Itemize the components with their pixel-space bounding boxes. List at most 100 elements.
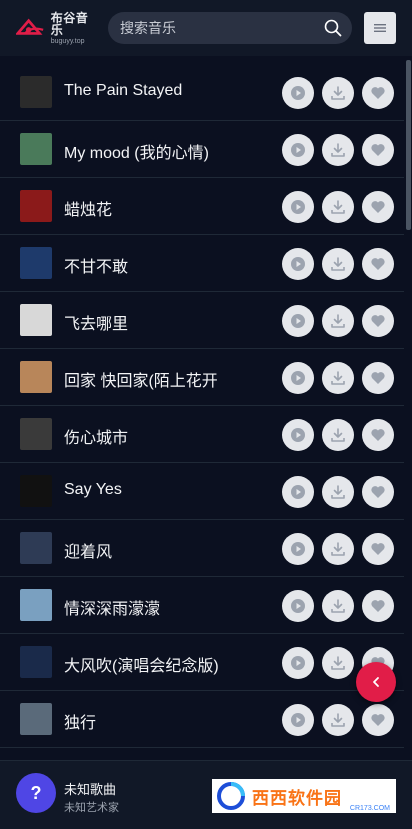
song-cover[interactable]	[20, 247, 52, 279]
download-button[interactable]	[322, 134, 354, 166]
song-title[interactable]: 伤心城市	[64, 424, 128, 448]
search-icon[interactable]	[324, 19, 342, 37]
heart-icon	[371, 87, 385, 99]
song-row[interactable]: Say Yes	[0, 463, 404, 520]
song-title[interactable]: The Pain Stayed	[64, 82, 182, 100]
play-button[interactable]	[282, 476, 314, 508]
play-button[interactable]	[282, 590, 314, 622]
favorite-button[interactable]	[362, 191, 394, 223]
logo-name: 布谷音乐	[50, 10, 89, 37]
download-icon	[331, 542, 345, 556]
favorite-button[interactable]	[362, 134, 394, 166]
play-button[interactable]	[282, 419, 314, 451]
song-row[interactable]: 飞去哪里	[0, 292, 404, 349]
download-button[interactable]	[322, 704, 354, 736]
song-title[interactable]: 独行	[64, 709, 96, 733]
download-button[interactable]	[322, 533, 354, 565]
download-button[interactable]	[322, 77, 354, 109]
favorite-button[interactable]	[362, 704, 394, 736]
song-row[interactable]: 大风吹(演唱会纪念版)	[0, 634, 404, 691]
song-cover[interactable]	[20, 418, 52, 450]
favorite-button[interactable]	[362, 248, 394, 280]
song-row[interactable]: 情深深雨濛濛	[0, 577, 404, 634]
favorite-button[interactable]	[362, 533, 394, 565]
play-button[interactable]	[282, 134, 314, 166]
song-row[interactable]: The Pain Stayed	[0, 64, 404, 121]
chevron-left-icon	[373, 677, 379, 687]
play-button[interactable]	[282, 191, 314, 223]
song-cover[interactable]	[20, 361, 52, 393]
download-button[interactable]	[322, 476, 354, 508]
download-button[interactable]	[322, 248, 354, 280]
song-title[interactable]: 不甘不敢	[64, 253, 128, 277]
download-button[interactable]	[322, 191, 354, 223]
top-header: 布谷音乐 buguyy.top	[0, 0, 412, 56]
download-icon	[331, 200, 345, 214]
song-title[interactable]: Say Yes	[64, 481, 122, 499]
favorite-button[interactable]	[362, 419, 394, 451]
song-row[interactable]: 伤心城市	[0, 406, 404, 463]
song-title[interactable]: 迎着风	[64, 538, 112, 562]
download-icon	[331, 428, 345, 442]
favorite-button[interactable]	[362, 305, 394, 337]
song-row[interactable]: 蜡烛花	[0, 178, 404, 235]
song-cover[interactable]	[20, 703, 52, 735]
play-button[interactable]	[282, 248, 314, 280]
play-icon	[291, 143, 305, 157]
download-button[interactable]	[322, 305, 354, 337]
player-avatar[interactable]: ?	[16, 773, 56, 813]
song-cover[interactable]	[20, 589, 52, 621]
play-icon	[291, 599, 305, 613]
song-title[interactable]: 飞去哪里	[64, 310, 128, 334]
play-icon	[291, 656, 305, 670]
play-button[interactable]	[282, 362, 314, 394]
download-icon	[331, 371, 345, 385]
song-cover[interactable]	[20, 133, 52, 165]
song-title[interactable]: 回家 快回家(陌上花开	[64, 367, 218, 391]
play-button[interactable]	[282, 533, 314, 565]
watermark-logo-icon	[217, 782, 245, 810]
favorite-button[interactable]	[362, 362, 394, 394]
play-button[interactable]	[282, 704, 314, 736]
song-cover[interactable]	[20, 190, 52, 222]
song-cover[interactable]	[20, 304, 52, 336]
app-logo[interactable]: 布谷音乐 buguyy.top	[16, 10, 96, 45]
song-title[interactable]: 情深深雨濛濛	[64, 595, 160, 619]
heart-icon	[371, 258, 385, 270]
play-button[interactable]	[282, 77, 314, 109]
heart-icon	[371, 543, 385, 555]
heart-icon	[371, 144, 385, 156]
song-row[interactable]: 迎着风	[0, 520, 404, 577]
download-button[interactable]	[322, 419, 354, 451]
song-title[interactable]: My mood (我的心情)	[64, 139, 209, 163]
heart-icon	[371, 429, 385, 441]
scrollbar-thumb[interactable]	[406, 60, 411, 230]
menu-button[interactable]	[364, 12, 396, 44]
download-button[interactable]	[322, 362, 354, 394]
favorite-button[interactable]	[362, 77, 394, 109]
song-title[interactable]: 蜡烛花	[64, 196, 112, 220]
play-icon	[291, 485, 305, 499]
play-icon	[291, 371, 305, 385]
song-cover[interactable]	[20, 646, 52, 678]
collapse-button[interactable]	[356, 662, 396, 702]
download-icon	[331, 86, 345, 100]
download-button[interactable]	[322, 647, 354, 679]
favorite-button[interactable]	[362, 590, 394, 622]
song-row[interactable]: 独行	[0, 691, 404, 748]
song-row[interactable]: My mood (我的心情)	[0, 121, 404, 178]
song-row[interactable]: 回家 快回家(陌上花开	[0, 349, 404, 406]
song-cover[interactable]	[20, 532, 52, 564]
download-icon	[331, 713, 345, 727]
song-cover[interactable]	[20, 76, 52, 108]
song-row[interactable]: 不甘不敢	[0, 235, 404, 292]
play-button[interactable]	[282, 647, 314, 679]
hamburger-icon	[374, 24, 386, 32]
song-cover[interactable]	[20, 475, 52, 507]
song-title[interactable]: 大风吹(演唱会纪念版)	[64, 652, 219, 676]
search-input[interactable]	[120, 20, 310, 36]
favorite-button[interactable]	[362, 476, 394, 508]
play-button[interactable]	[282, 305, 314, 337]
search-box[interactable]	[108, 12, 352, 44]
download-button[interactable]	[322, 590, 354, 622]
